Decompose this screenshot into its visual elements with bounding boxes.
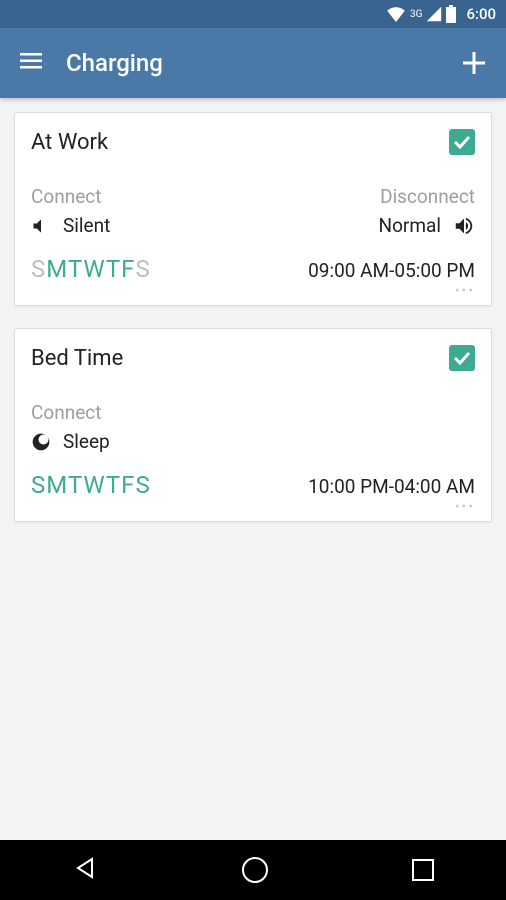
card-title: Bed Time bbox=[31, 346, 123, 371]
days-selector[interactable]: SMTWTFS bbox=[31, 471, 151, 499]
connect-label: Connect bbox=[31, 401, 101, 424]
status-bar: 3G 6:00 bbox=[0, 0, 506, 28]
connect-label: Connect bbox=[31, 185, 101, 208]
home-button[interactable] bbox=[242, 857, 268, 883]
connect-action[interactable]: Sleep bbox=[31, 430, 110, 453]
more-icon[interactable]: ••• bbox=[31, 287, 475, 295]
time-range[interactable]: 10:00 PM-04:00 AM bbox=[308, 475, 475, 498]
page-title: Charging bbox=[66, 49, 462, 77]
toolbar: Charging bbox=[0, 28, 506, 98]
time-range[interactable]: 09:00 AM-05:00 PM bbox=[308, 259, 475, 282]
sleep-icon bbox=[31, 432, 51, 452]
disconnect-label: Disconnect bbox=[380, 185, 475, 208]
volume-silent-icon bbox=[31, 216, 51, 236]
battery-icon bbox=[446, 5, 456, 23]
enable-checkbox[interactable] bbox=[449, 129, 475, 155]
profile-card[interactable]: Bed Time Connect Sleep SMTWTFS 10:00 PM-… bbox=[14, 328, 492, 522]
connect-action-label: Silent bbox=[63, 214, 110, 237]
content: At Work Connect Disconnect Silent Normal… bbox=[0, 98, 506, 558]
wifi-icon bbox=[386, 6, 406, 22]
add-button[interactable] bbox=[462, 52, 486, 74]
more-icon[interactable]: ••• bbox=[31, 503, 475, 511]
connect-action-label: Sleep bbox=[63, 430, 110, 453]
back-button[interactable] bbox=[72, 855, 98, 885]
connect-action[interactable]: Silent bbox=[31, 214, 110, 237]
menu-icon[interactable] bbox=[20, 53, 42, 73]
network-label: 3G bbox=[410, 9, 422, 20]
card-title: At Work bbox=[31, 130, 108, 155]
recent-button[interactable] bbox=[412, 859, 434, 881]
nav-bar bbox=[0, 840, 506, 900]
days-selector[interactable]: SMTWTFS bbox=[31, 255, 151, 283]
status-time: 6:00 bbox=[466, 5, 496, 23]
volume-normal-icon bbox=[453, 215, 475, 237]
profile-card[interactable]: At Work Connect Disconnect Silent Normal… bbox=[14, 112, 492, 306]
enable-checkbox[interactable] bbox=[449, 345, 475, 371]
disconnect-action[interactable]: Normal bbox=[379, 214, 475, 237]
disconnect-action-label: Normal bbox=[379, 214, 441, 237]
signal-icon bbox=[426, 6, 442, 22]
